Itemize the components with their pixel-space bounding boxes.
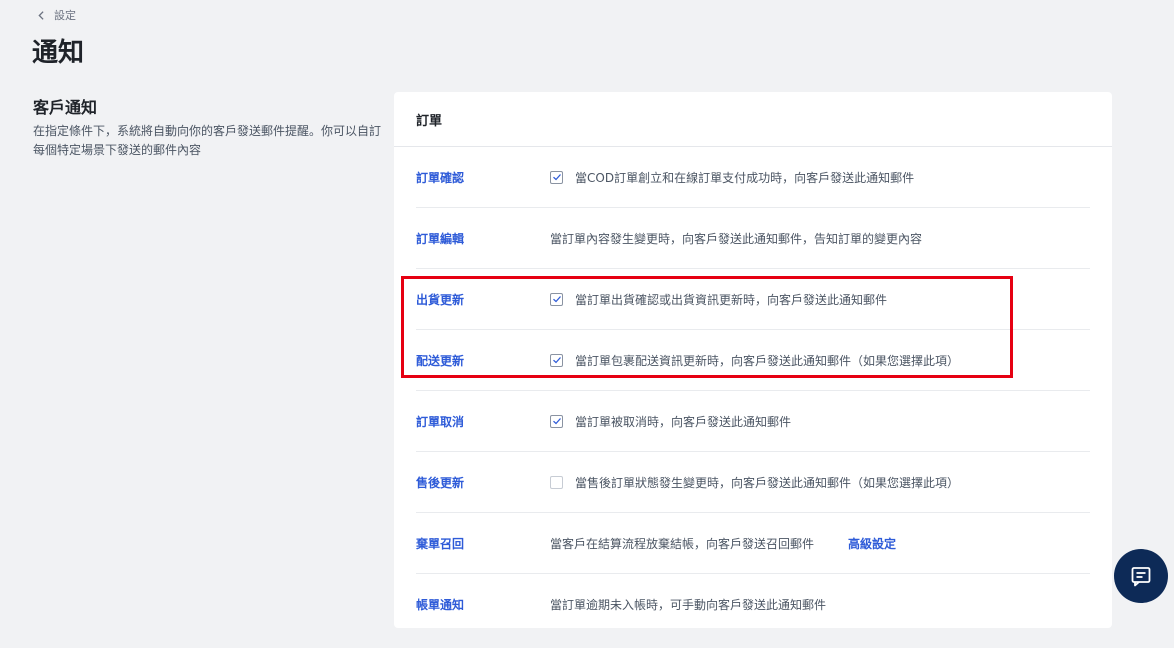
advanced-settings-link[interactable]: 高級設定	[848, 535, 896, 552]
notification-label-link[interactable]: 出貨更新	[416, 291, 550, 308]
notification-description: 當售後訂單狀態發生變更時，向客戶發送此通知郵件（如果您選擇此項）	[575, 475, 960, 490]
check-icon	[552, 418, 561, 425]
notification-row-billing-notice: 帳單通知 當訂單逾期未入帳時，可手動向客戶發送此通知郵件	[416, 574, 1090, 634]
notification-card: 訂單 訂單確認 當COD訂單創立和在線訂單支付成功時，向客戶發送此通知郵件訂單編輯…	[394, 92, 1112, 628]
check-icon	[552, 174, 561, 181]
notification-label-link[interactable]: 訂單取消	[416, 413, 550, 430]
notification-description: 當COD訂單創立和在線訂單支付成功時，向客戶發送此通知郵件	[575, 170, 915, 185]
notification-description: 當訂單內容發生變更時，向客戶發送此通知郵件，告知訂單的變更內容	[550, 231, 923, 246]
notification-label-link[interactable]: 訂單編輯	[416, 230, 550, 247]
notification-row-order-cancel: 訂單取消 當訂單被取消時，向客戶發送此通知郵件	[416, 391, 1090, 452]
notification-description: 當訂單被取消時，向客戶發送此通知郵件	[575, 414, 792, 429]
check-icon	[552, 296, 561, 303]
notification-description: 當訂單出貨確認或出貨資訊更新時，向客戶發送此通知郵件	[575, 292, 888, 307]
chevron-left-icon	[38, 10, 44, 20]
notification-row-shipping-update: 出貨更新 當訂單出貨確認或出貨資訊更新時，向客戶發送此通知郵件	[416, 269, 1090, 330]
breadcrumb-label: 設定	[54, 9, 76, 22]
notification-label-link[interactable]: 訂單確認	[416, 169, 550, 186]
chat-button[interactable]	[1114, 549, 1168, 603]
notification-description: 當客戶在結算流程放棄結帳，向客戶發送召回郵件	[550, 536, 815, 551]
chat-icon	[1131, 567, 1151, 587]
notification-row-order-edit: 訂單編輯 當訂單內容發生變更時，向客戶發送此通知郵件，告知訂單的變更內容	[416, 208, 1090, 269]
notification-checkbox[interactable]	[550, 414, 563, 428]
notification-row-abandoned-recall: 棄單召回 當客戶在結算流程放棄結帳，向客戶發送召回郵件 高級設定	[416, 513, 1090, 574]
notification-description: 當訂單逾期未入帳時，可手動向客戶發送此通知郵件	[550, 597, 827, 612]
notification-label-link[interactable]: 配送更新	[416, 352, 550, 369]
notification-label-link[interactable]: 售後更新	[416, 474, 550, 491]
card-title: 訂單	[394, 92, 1112, 147]
notification-row-aftersale-update: 售後更新 當售後訂單狀態發生變更時，向客戶發送此通知郵件（如果您選擇此項）	[416, 452, 1090, 513]
notification-checkbox[interactable]	[550, 475, 563, 489]
section-title: 客戶通知	[33, 98, 98, 117]
notification-description: 當訂單包裹配送資訊更新時，向客戶發送此通知郵件（如果您選擇此項）	[575, 353, 960, 368]
notification-label-link[interactable]: 棄單召回	[416, 535, 550, 552]
notification-checkbox[interactable]	[550, 170, 563, 184]
check-icon	[552, 357, 561, 364]
notification-row-order-confirm: 訂單確認 當COD訂單創立和在線訂單支付成功時，向客戶發送此通知郵件	[416, 147, 1090, 208]
page-title: 通知	[32, 38, 85, 68]
section-description: 在指定條件下，系統將自動向你的客戶發送郵件提醒。你可以自訂每個特定場景下發送的郵…	[33, 124, 382, 157]
notification-list: 訂單確認 當COD訂單創立和在線訂單支付成功時，向客戶發送此通知郵件 訂單編輯 當訂單…	[394, 147, 1112, 634]
breadcrumb[interactable]: 設定	[35, 7, 76, 23]
notification-label-link[interactable]: 帳單通知	[416, 596, 550, 613]
notification-row-delivery-update: 配送更新 當訂單包裹配送資訊更新時，向客戶發送此通知郵件（如果您選擇此項）	[416, 330, 1090, 391]
notification-checkbox[interactable]	[550, 353, 563, 367]
notification-checkbox[interactable]	[550, 292, 563, 306]
